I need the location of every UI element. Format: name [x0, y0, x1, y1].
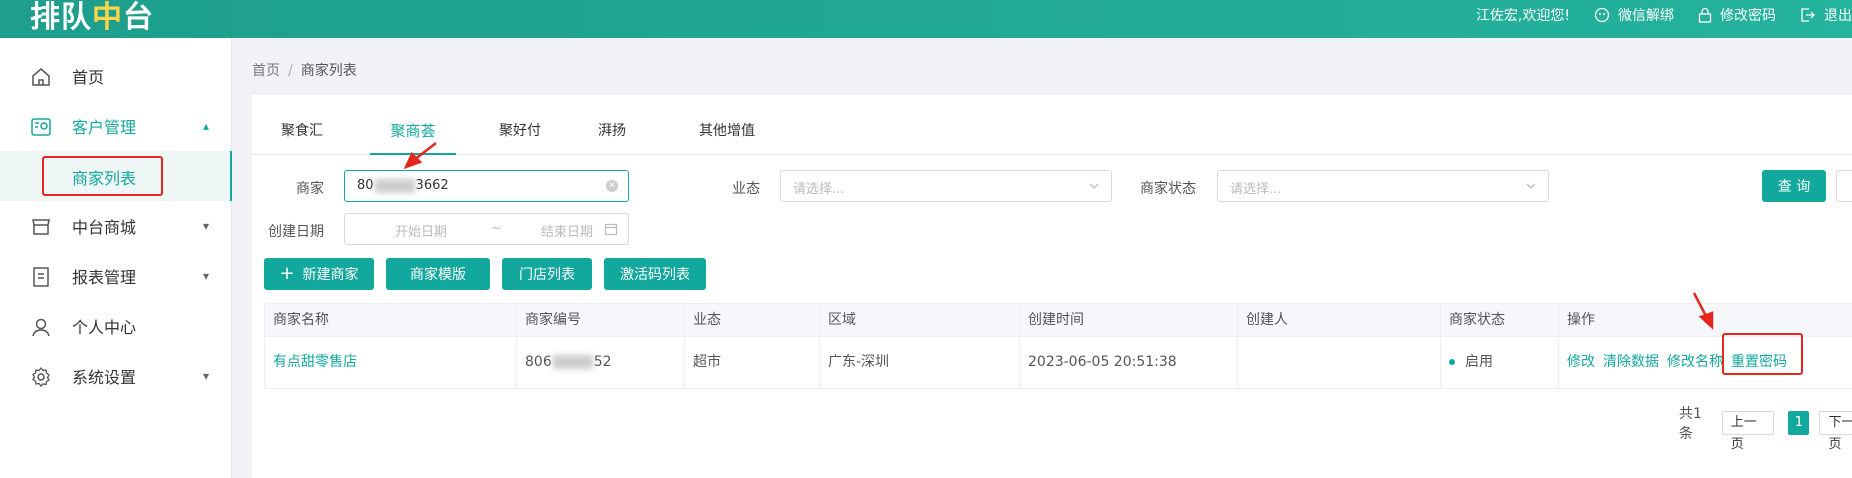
wechat-icon [1594, 7, 1610, 23]
merchant-code: 806 52 [517, 337, 685, 388]
merchant-table: 商家名称 商家编号 业态 区域 创建时间 创建人 商家状态 操作 有点甜零售店 … [264, 303, 1852, 389]
home-icon [32, 68, 50, 86]
sidebar: 首页 客户管理 ▴ 商家列表 中台商城 ▾ 报表管理 ▾ 个人中心 系统设置 ▾ [0, 38, 232, 478]
sidebar-item-shop[interactable]: 中台商城 ▾ [0, 201, 232, 251]
pagination: 共1条 上一页 1 下一页 [1679, 403, 1852, 452]
tab-bar: 聚食汇 聚商荟 聚好付 湃扬 其他增值 [252, 95, 1852, 155]
tab-paiyang[interactable]: 湃扬 [584, 95, 640, 155]
breadcrumb-home[interactable]: 首页 [252, 63, 280, 79]
sidebar-item-settings[interactable]: 系统设置 ▾ [0, 351, 232, 401]
region-cell: 广东-深圳 [820, 337, 1020, 388]
status-dot-icon [1449, 359, 1455, 365]
customer-icon [31, 118, 51, 136]
tab-jushihui[interactable]: 聚食汇 [266, 95, 338, 155]
store-list-button[interactable]: 门店列表 [502, 258, 592, 290]
sidebar-item-label: 首页 [72, 68, 105, 87]
column-header: 商家名称 [265, 304, 517, 337]
wechat-unbind-label: 微信解绑 [1618, 8, 1674, 24]
query-button[interactable]: 查 询 [1762, 170, 1826, 202]
sidebar-item-profile[interactable]: 个人中心 [0, 301, 232, 351]
chevron-down-icon [1526, 183, 1536, 189]
business-cell: 超市 [685, 337, 820, 388]
column-header: 操作 [1567, 312, 1595, 328]
breadcrumb: 首页 / 商家列表 [252, 63, 357, 79]
column-header: 商家编号 [517, 304, 685, 337]
column-header: 创建人 [1238, 304, 1441, 337]
change-password-label: 修改密码 [1720, 8, 1776, 24]
redacted-text [552, 355, 593, 369]
sidebar-item-home[interactable]: 首页 [0, 51, 232, 101]
sidebar-item-label: 中台商城 [72, 218, 137, 237]
chevron-up-icon: ▴ [203, 119, 210, 133]
table-row: 有点甜零售店 806 52 超市 广东-深圳 2023-06-05 20:51:3… [265, 337, 1852, 388]
table-header: 商家名称 商家编号 业态 区域 创建时间 创建人 商家状态 操作 [265, 304, 1852, 337]
business-select[interactable]: 请选择... [780, 170, 1112, 202]
status-select[interactable]: 请选择... [1217, 170, 1549, 202]
chevron-down-icon: ▾ [203, 219, 210, 233]
clear-data-link[interactable]: 清除数据 [1603, 354, 1659, 370]
report-icon [33, 267, 49, 287]
creator-cell [1238, 337, 1441, 388]
change-password-link[interactable]: 修改密码 [1698, 5, 1776, 25]
status-cell: 启用 [1441, 337, 1559, 388]
clear-icon[interactable]: ✕ [606, 180, 618, 192]
wechat-unbind-link[interactable]: 微信解绑 [1594, 5, 1674, 25]
settings-icon [32, 366, 50, 387]
column-header: 区域 [820, 304, 1020, 337]
user-icon [32, 318, 50, 337]
main-card: 聚食汇 聚商荟 聚好付 湃扬 其他增值 商家 80 3662 ✕ 业态 请选择..… [252, 95, 1852, 478]
merchant-search-input[interactable]: 80 3662 ✕ [344, 170, 629, 202]
shop-icon [32, 219, 50, 235]
welcome-text: 江佐宏,欢迎您! [1475, 8, 1570, 24]
end-date-input[interactable]: 结束日期 [541, 221, 593, 240]
plus-icon: + [279, 263, 295, 284]
business-label: 业态 [732, 181, 760, 197]
sidebar-item-customer[interactable]: 客户管理 ▴ [0, 101, 232, 151]
calendar-icon [604, 223, 618, 236]
created-at-cell: 2023-06-05 20:51:38 [1020, 337, 1238, 388]
merchant-label: 商家 [296, 181, 324, 197]
lock-icon [1698, 7, 1712, 23]
operations-cell: 修改 清除数据 修改名称 重置密码 [1559, 337, 1852, 388]
merchant-name-link[interactable]: 有点甜零售店 [273, 354, 357, 370]
chevron-down-icon [1089, 183, 1099, 189]
sidebar-item-label: 客户管理 [72, 118, 137, 137]
prev-page-button[interactable]: 上一页 [1721, 411, 1775, 452]
sidebar-item-label: 系统设置 [72, 368, 137, 387]
new-merchant-button[interactable]: + 新建商家 [264, 258, 374, 290]
chevron-down-icon: ▾ [203, 269, 210, 283]
tab-jushanghui[interactable]: 聚商荟 [370, 95, 456, 155]
annotation-box [1722, 333, 1803, 375]
status-badge: 启用 [1465, 354, 1493, 370]
logout-icon [1801, 8, 1815, 22]
redacted-text [374, 178, 415, 193]
annotation-box [42, 156, 163, 196]
next-page-button[interactable]: 下一页 [1819, 411, 1852, 452]
logo: 排队中台 [30, 0, 154, 35]
merchant-template-button[interactable]: 商家模版 [386, 258, 490, 290]
logout-link[interactable]: 退出 [1800, 5, 1852, 25]
column-header: 创建时间 [1020, 304, 1238, 337]
rename-link[interactable]: 修改名称 [1667, 354, 1723, 370]
tab-other[interactable]: 其他增值 [684, 95, 770, 155]
chevron-down-icon: ▾ [203, 369, 210, 383]
activation-code-list-button[interactable]: 激活码列表 [604, 258, 706, 290]
sidebar-item-label: 报表管理 [72, 268, 137, 287]
tab-juhaofu[interactable]: 聚好付 [484, 95, 556, 155]
page-number[interactable]: 1 [1788, 411, 1810, 435]
start-date-input[interactable]: 开始日期 [395, 221, 447, 240]
column-header: 商家状态 [1441, 304, 1559, 337]
reset-button[interactable] [1836, 170, 1852, 202]
breadcrumb-current: 商家列表 [300, 63, 357, 79]
status-label: 商家状态 [1140, 181, 1196, 197]
column-header: 业态 [685, 304, 820, 337]
top-header: 排队中台 江佐宏,欢迎您! 微信解绑 修改密码 退出 [0, 0, 1852, 38]
logout-label: 退出 [1824, 8, 1852, 24]
sidebar-item-label: 个人中心 [72, 318, 137, 337]
sidebar-item-report[interactable]: 报表管理 ▾ [0, 251, 232, 301]
date-range-picker[interactable]: 开始日期 ~ 结束日期 [344, 213, 629, 245]
created-date-label: 创建日期 [268, 224, 324, 240]
edit-link[interactable]: 修改 [1567, 354, 1595, 370]
total-count: 共1条 [1679, 406, 1702, 442]
